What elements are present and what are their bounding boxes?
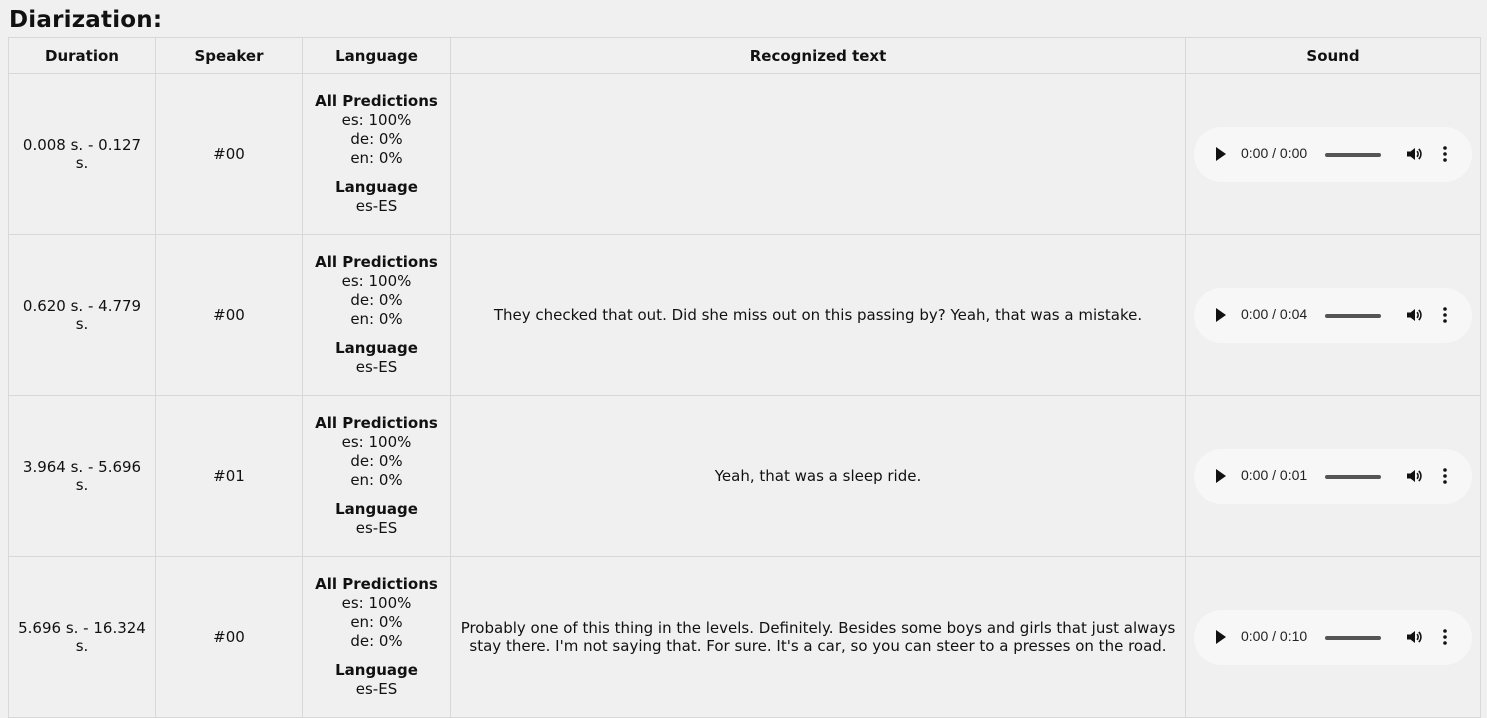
audio-player[interactable]: 0:00 / 0:01 (1194, 448, 1472, 504)
play-icon[interactable] (1216, 629, 1226, 644)
duration-cell: 0.008 s. - 0.127 s. (8, 73, 156, 235)
volume-icon[interactable] (1405, 467, 1423, 485)
language-value: es-ES (355, 358, 398, 376)
all-predictions-label: All Predictions (315, 92, 438, 110)
sound-cell: 0:00 / 0:04 (1185, 234, 1481, 396)
prediction-value: de: 0% (350, 130, 403, 148)
audio-progress-slider[interactable] (1325, 635, 1381, 640)
col-duration: Duration (8, 37, 156, 74)
table-row: 3.964 s. - 5.696 s. #01 All Predictions … (8, 395, 1481, 557)
speaker-cell: #00 (155, 556, 303, 718)
diarization-table: Duration Speaker Language Recognized tex… (8, 37, 1481, 718)
col-language: Language (302, 37, 451, 74)
speaker-cell: #00 (155, 234, 303, 396)
prediction-value: de: 0% (350, 291, 403, 309)
duration-cell: 3.964 s. - 5.696 s. (8, 395, 156, 557)
audio-time: 0:00 / 0:00 (1241, 144, 1308, 161)
duration-cell: 5.696 s. - 16.324 s. (8, 556, 156, 718)
prediction-value: en: 0% (350, 613, 403, 631)
header-row: Duration Speaker Language Recognized tex… (8, 37, 1481, 74)
recognized-text-cell: Probably one of this thing in the levels… (450, 556, 1186, 718)
table-row: 0.008 s. - 0.127 s. #00 All Predictions … (8, 73, 1481, 235)
volume-icon[interactable] (1405, 145, 1423, 163)
audio-player[interactable]: 0:00 / 0:04 (1194, 287, 1472, 343)
sound-cell: 0:00 / 0:01 (1185, 395, 1481, 557)
play-icon[interactable] (1216, 468, 1226, 483)
all-predictions-label: All Predictions (315, 253, 438, 271)
audio-progress-slider[interactable] (1325, 313, 1381, 318)
prediction-value: es: 100% (341, 272, 412, 290)
language-cell: All Predictions es: 100% de: 0% en: 0% Lan… (302, 73, 451, 235)
speaker-cell: #01 (155, 395, 303, 557)
prediction-value: es: 100% (341, 111, 412, 129)
language-label: Language (335, 661, 418, 679)
table-row: 0.620 s. - 4.779 s. #00 All Predictions … (8, 234, 1481, 396)
all-predictions-label: All Predictions (315, 575, 438, 593)
col-sound: Sound (1185, 37, 1481, 74)
language-value: es-ES (355, 519, 398, 537)
language-value: es-ES (355, 680, 398, 698)
page-title: Diarization: (9, 7, 163, 33)
audio-player[interactable]: 0:00 / 0:10 (1194, 609, 1472, 665)
audio-time: 0:00 / 0:04 (1241, 305, 1308, 322)
play-icon[interactable] (1216, 307, 1226, 322)
audio-player[interactable]: 0:00 / 0:00 (1194, 126, 1472, 182)
speaker-cell: #00 (155, 73, 303, 235)
audio-progress-slider[interactable] (1325, 474, 1381, 479)
audio-time: 0:00 / 0:01 (1241, 466, 1308, 483)
table-row: 5.696 s. - 16.324 s. #00 All Predictions… (8, 556, 1481, 718)
prediction-value: de: 0% (350, 632, 403, 650)
play-icon[interactable] (1216, 146, 1226, 161)
sound-cell: 0:00 / 0:00 (1185, 73, 1481, 235)
more-options-icon[interactable] (1442, 306, 1448, 324)
prediction-value: de: 0% (350, 452, 403, 470)
sound-cell: 0:00 / 0:10 (1185, 556, 1481, 718)
prediction-value: en: 0% (350, 310, 403, 328)
language-cell: All Predictions es: 100% de: 0% en: 0% Lan… (302, 234, 451, 396)
audio-time: 0:00 / 0:10 (1241, 627, 1308, 644)
prediction-value: es: 100% (341, 594, 412, 612)
prediction-value: es: 100% (341, 433, 412, 451)
language-cell: All Predictions es: 100% en: 0% de: 0% Lan… (302, 556, 451, 718)
language-value: es-ES (355, 197, 398, 215)
recognized-text-cell: Yeah, that was a sleep ride. (450, 395, 1186, 557)
audio-progress-slider[interactable] (1325, 152, 1381, 157)
volume-icon[interactable] (1405, 306, 1423, 324)
duration-cell: 0.620 s. - 4.779 s. (8, 234, 156, 396)
more-options-icon[interactable] (1442, 145, 1448, 163)
recognized-text-cell: They checked that out. Did she miss out … (450, 234, 1186, 396)
prediction-value: en: 0% (350, 149, 403, 167)
language-label: Language (335, 500, 418, 518)
volume-icon[interactable] (1405, 628, 1423, 646)
language-label: Language (335, 339, 418, 357)
col-recognized-text: Recognized text (450, 37, 1186, 74)
language-label: Language (335, 178, 418, 196)
more-options-icon[interactable] (1442, 467, 1448, 485)
col-speaker: Speaker (155, 37, 303, 74)
all-predictions-label: All Predictions (315, 414, 438, 432)
more-options-icon[interactable] (1442, 628, 1448, 646)
recognized-text-cell (450, 73, 1186, 235)
language-cell: All Predictions es: 100% de: 0% en: 0% Lan… (302, 395, 451, 557)
prediction-value: en: 0% (350, 471, 403, 489)
